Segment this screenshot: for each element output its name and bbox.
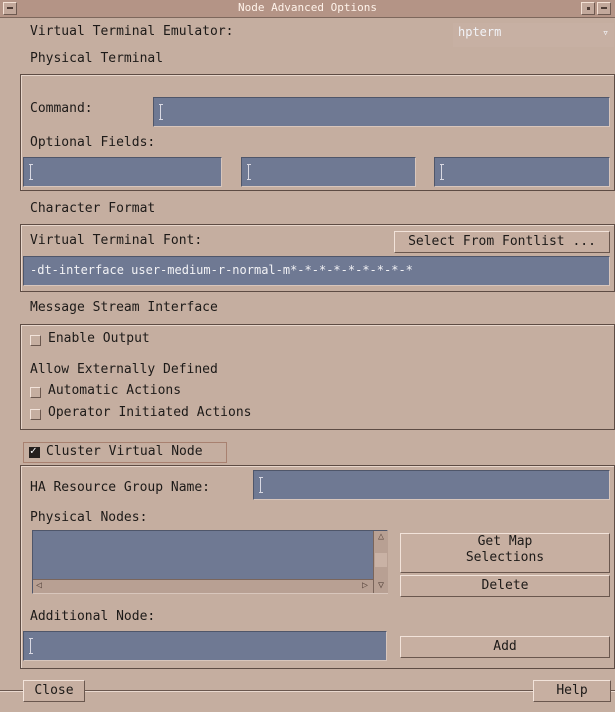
cluster-group: HA Resource Group Name: Physical Nodes: … xyxy=(20,465,615,669)
help-button[interactable]: Help xyxy=(533,680,611,702)
vte-label: Virtual Terminal Emulator: xyxy=(30,24,234,39)
enable-output-label: Enable Output xyxy=(48,331,150,346)
maximize-icon xyxy=(601,7,607,9)
close-button[interactable]: Close xyxy=(23,680,85,702)
physical-terminal-heading: Physical Terminal xyxy=(30,51,164,66)
operator-actions-checkbox[interactable] xyxy=(30,409,41,420)
scroll-down-icon[interactable]: ▽ xyxy=(375,580,387,592)
command-label: Command: xyxy=(30,101,93,116)
character-format-heading: Character Format xyxy=(30,201,156,216)
scroll-up-icon[interactable]: △ xyxy=(375,531,387,543)
message-stream-heading: Message Stream Interface xyxy=(30,300,218,315)
operator-actions-label: Operator Initiated Actions xyxy=(48,405,252,420)
horizontal-scrollbar[interactable]: ◁ ▷ xyxy=(33,579,373,593)
cluster-checkbox[interactable] xyxy=(29,444,40,458)
message-stream-group: Enable Output Allow Externally Defined A… xyxy=(20,324,615,430)
additional-node-label: Additional Node: xyxy=(30,609,156,624)
ha-resource-group-label: HA Resource Group Name: xyxy=(30,480,211,495)
text-cursor-icon xyxy=(29,164,33,180)
cluster-virtual-node-toggle[interactable]: Cluster Virtual Node xyxy=(23,442,227,463)
text-cursor-icon xyxy=(29,638,33,654)
scroll-right-icon[interactable]: ▷ xyxy=(359,580,371,592)
scroll-left-icon[interactable]: ◁ xyxy=(33,580,45,592)
footer-divider xyxy=(0,690,615,691)
automatic-actions-label: Automatic Actions xyxy=(48,383,182,398)
ha-resource-group-input[interactable] xyxy=(253,470,610,500)
scroll-thumb[interactable] xyxy=(375,553,387,567)
add-button[interactable]: Add xyxy=(400,636,610,658)
node-advanced-options-dialog: Node Advanced Options Virtual Terminal E… xyxy=(0,0,615,712)
get-map-selections-button[interactable]: Get Map Selections xyxy=(400,533,610,573)
terminal-font-input[interactable]: -dt-interface user-medium-r-normal-m*-*-… xyxy=(23,256,610,286)
vertical-scrollbar[interactable]: △ ▽ xyxy=(373,531,388,593)
terminal-font-value: -dt-interface user-medium-r-normal-m*-*-… xyxy=(30,263,413,277)
minimize-icon xyxy=(586,7,590,10)
text-cursor-icon xyxy=(259,477,263,493)
terminal-font-label: Virtual Terminal Font: xyxy=(30,233,203,248)
allow-externally-defined-label: Allow Externally Defined xyxy=(30,362,218,377)
optional-fields-label: Optional Fields: xyxy=(30,135,156,150)
command-input[interactable] xyxy=(153,97,610,127)
text-cursor-icon xyxy=(247,164,251,180)
physical-nodes-label: Physical Nodes: xyxy=(30,510,148,525)
enable-output-checkbox[interactable] xyxy=(30,335,41,346)
character-format-group: Virtual Terminal Font: Select From Fontl… xyxy=(20,224,615,292)
physical-terminal-group: Command: Optional Fields: xyxy=(20,74,615,191)
additional-node-input[interactable] xyxy=(23,631,387,661)
optional-field-2[interactable] xyxy=(241,157,416,187)
physical-nodes-list[interactable]: △ ▽ ◁ ▷ xyxy=(32,530,388,594)
title-bar[interactable]: Node Advanced Options xyxy=(0,0,615,18)
minimize-button[interactable] xyxy=(581,2,595,15)
select-from-fontlist-button[interactable]: Select From Fontlist ... xyxy=(394,231,610,253)
vte-select[interactable]: hpterm ▿ xyxy=(453,23,614,47)
optional-field-3[interactable] xyxy=(434,157,610,187)
text-cursor-icon xyxy=(440,164,444,180)
text-cursor-icon xyxy=(159,104,163,120)
delete-button[interactable]: Delete xyxy=(400,575,610,597)
vte-select-value: hpterm xyxy=(458,25,502,39)
maximize-button[interactable] xyxy=(597,2,611,15)
chevron-down-icon: ▿ xyxy=(602,26,609,39)
window-title: Node Advanced Options xyxy=(237,1,378,14)
optional-field-1[interactable] xyxy=(23,157,222,187)
cluster-label: Cluster Virtual Node xyxy=(46,444,203,459)
automatic-actions-checkbox[interactable] xyxy=(30,387,41,398)
